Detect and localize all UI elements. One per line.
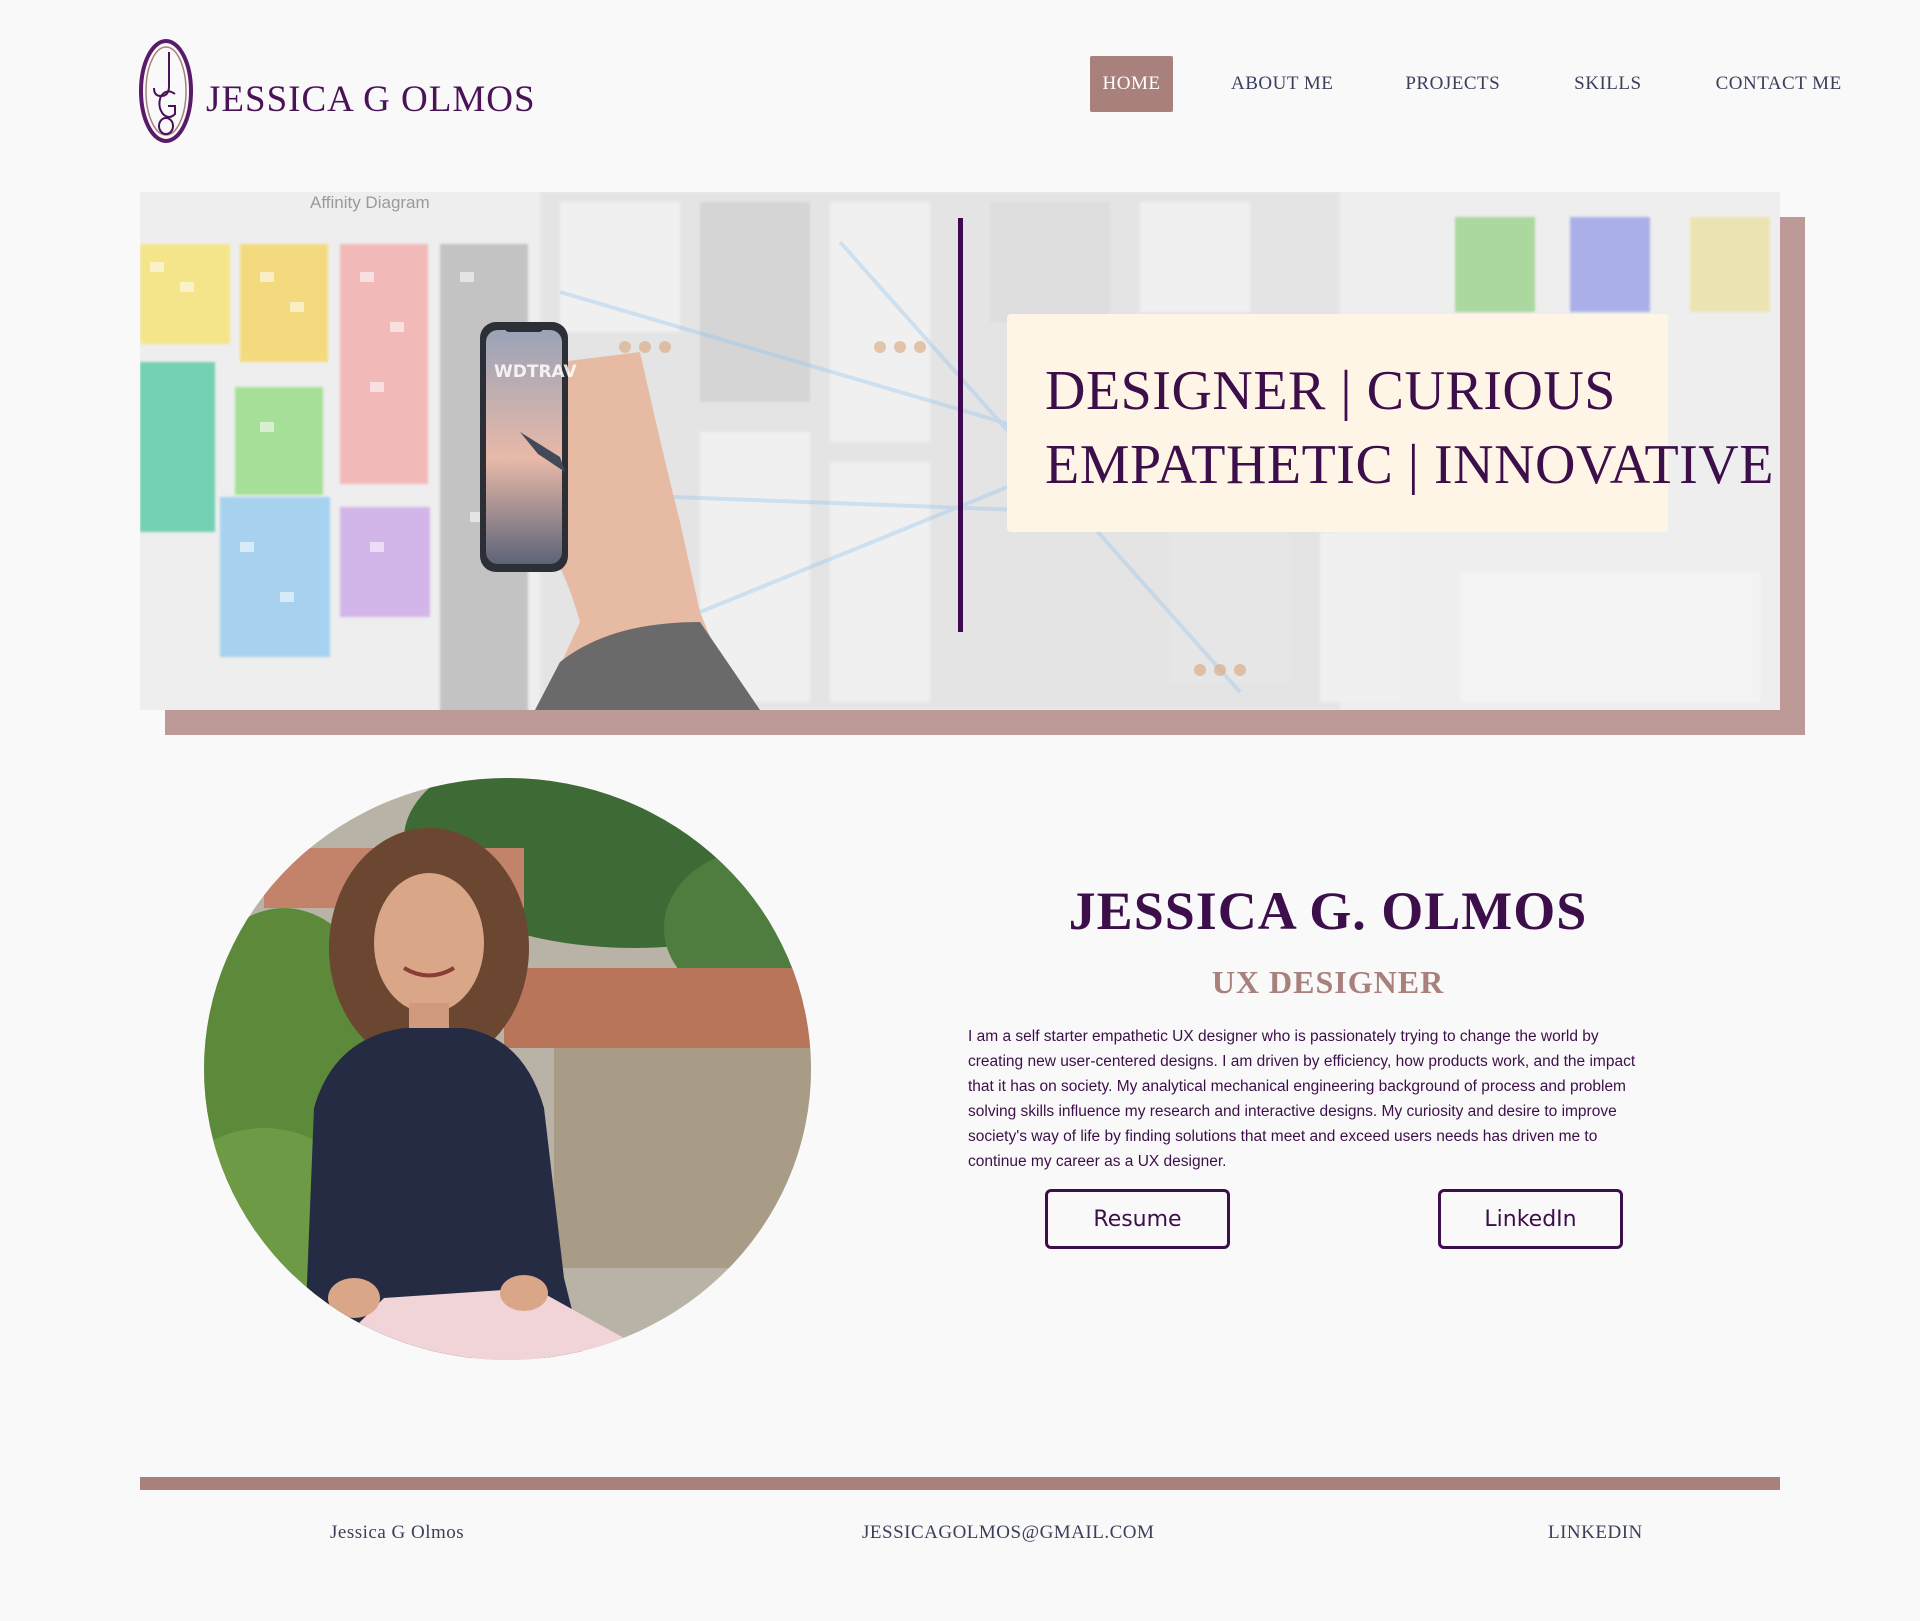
site-header: JESSICA G OLMOS HOME ABOUT ME PROJECTS S… [0, 0, 1920, 170]
footer-divider [140, 1477, 1780, 1490]
tagline-line-1: DESIGNER | CURIOUS [1045, 360, 1616, 422]
monogram-logo-icon [139, 39, 193, 143]
footer-linkedin-link[interactable]: LINKEDIN [1548, 1522, 1643, 1544]
phone-app-label: WDTRAV [494, 362, 578, 382]
main-nav: HOME ABOUT ME PROJECTS SKILLS CONTACT ME [1090, 56, 1842, 112]
hero-banner: Affinity Diagram WDTRAV DESIGNER | CURIO… [140, 192, 1780, 710]
nav-projects[interactable]: PROJECTS [1405, 73, 1500, 95]
resume-button[interactable]: Resume [1045, 1189, 1230, 1249]
nav-about-me[interactable]: ABOUT ME [1231, 73, 1333, 95]
affinity-diagram-caption: Affinity Diagram [310, 193, 430, 212]
hero-divider [958, 218, 963, 632]
profile-photo [204, 778, 811, 1360]
site-logo[interactable]: JESSICA G OLMOS [139, 38, 536, 144]
footer-name: Jessica G Olmos [330, 1522, 465, 1543]
profile-role: UX DESIGNER [1211, 964, 1445, 1000]
profile-name: JESSICA G. OLMOS [1068, 881, 1588, 941]
footer-email-link[interactable]: JESSICAGOLMOS@GMAIL.COM [862, 1522, 1154, 1544]
site-name: JESSICA G OLMOS [206, 78, 536, 120]
nav-skills[interactable]: SKILLS [1574, 73, 1641, 95]
nav-contact-me[interactable]: CONTACT ME [1716, 73, 1842, 95]
nav-home[interactable]: HOME [1090, 56, 1173, 112]
profile-bio: I am a self starter empathetic UX design… [968, 1028, 1636, 1170]
linkedin-button[interactable]: LinkedIn [1438, 1189, 1623, 1249]
tagline-banner: DESIGNER | CURIOUS EMPATHETIC | INNOVATI… [1007, 314, 1774, 532]
portrait-image [204, 778, 811, 1360]
tagline-line-2: EMPATHETIC | INNOVATIVE [1045, 434, 1774, 496]
